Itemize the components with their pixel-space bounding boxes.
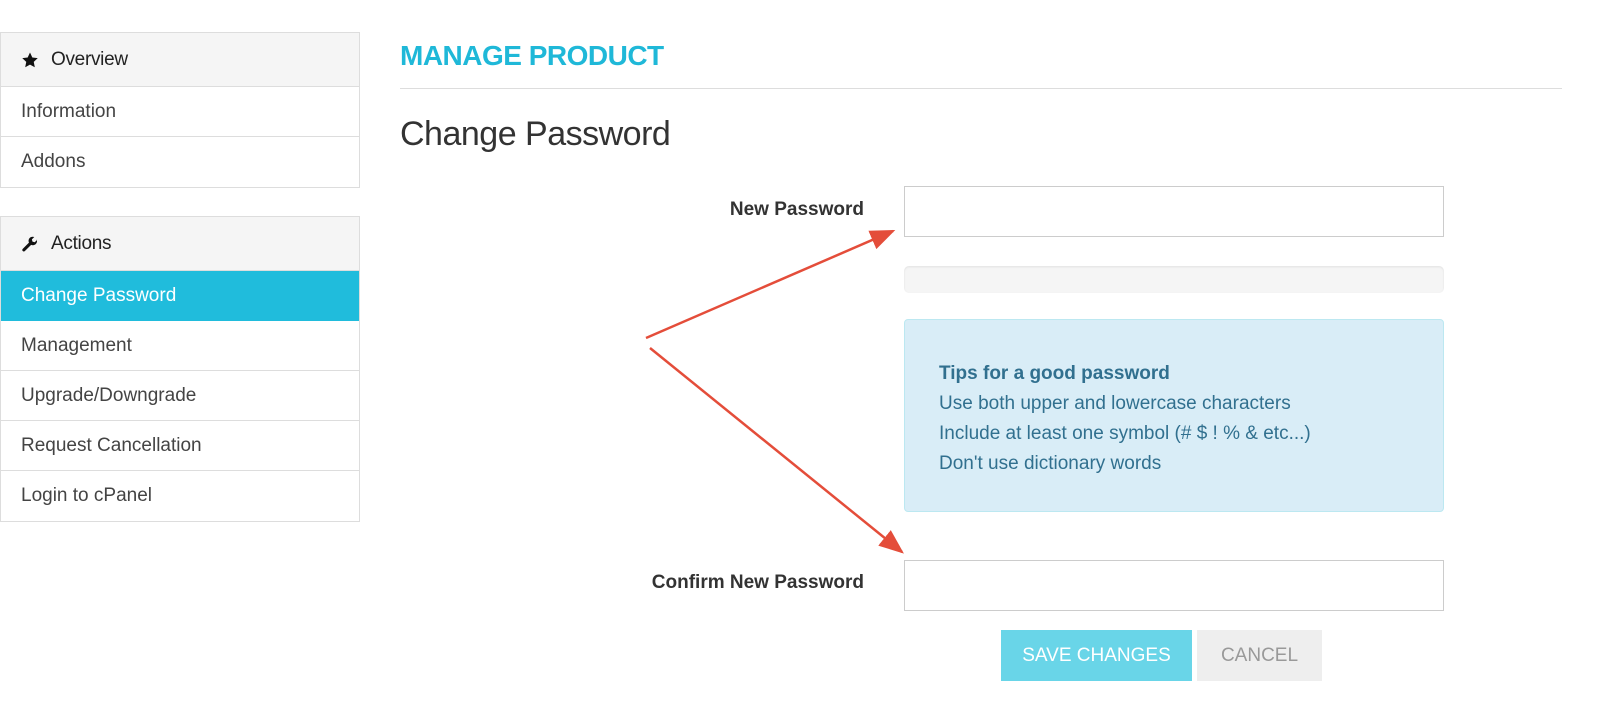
sidebar-item-upgrade-downgrade[interactable]: Upgrade/Downgrade (1, 371, 359, 421)
password-strength-meter (904, 266, 1444, 293)
annotation-arrow-up (645, 229, 896, 340)
tips-title: Tips for a good password (939, 363, 1170, 384)
actions-panel-title: Actions (51, 232, 112, 254)
confirm-password-label: Confirm New Password (651, 572, 864, 593)
tip-line: Don't use dictionary words (939, 453, 1162, 474)
sidebar-item-change-password[interactable]: Change Password (1, 271, 359, 321)
actions-panel: Actions Change Password Management Upgra… (0, 216, 360, 522)
tip-line: Include at least one symbol (# $ ! % & e… (939, 423, 1311, 444)
save-changes-button[interactable]: SAVE CHANGES (1001, 630, 1192, 681)
title-divider (400, 88, 1562, 89)
page-title: MANAGE PRODUCT (400, 40, 664, 71)
new-password-input[interactable] (904, 186, 1444, 237)
sidebar-item-information[interactable]: Information (1, 87, 359, 137)
sidebar-item-management[interactable]: Management (1, 321, 359, 371)
cancel-button[interactable]: CANCEL (1197, 630, 1322, 681)
overview-panel: Overview Information Addons (0, 32, 360, 188)
annotation-arrow-down (649, 347, 904, 554)
section-title: Change Password (400, 115, 671, 153)
overview-panel-heading: Overview (1, 33, 359, 87)
wrench-icon (21, 235, 39, 253)
new-password-label: New Password (729, 199, 864, 220)
actions-panel-heading: Actions (1, 217, 359, 271)
sidebar-item-addons[interactable]: Addons (1, 137, 359, 187)
sidebar-item-request-cancellation[interactable]: Request Cancellation (1, 421, 359, 471)
confirm-password-input[interactable] (904, 560, 1444, 611)
sidebar-item-login-cpanel[interactable]: Login to cPanel (1, 471, 359, 521)
overview-panel-title: Overview (51, 48, 128, 70)
tip-line: Use both upper and lowercase characters (939, 393, 1291, 414)
star-icon (21, 51, 39, 69)
password-tips-box: Tips for a good password Use both upper … (904, 319, 1444, 512)
